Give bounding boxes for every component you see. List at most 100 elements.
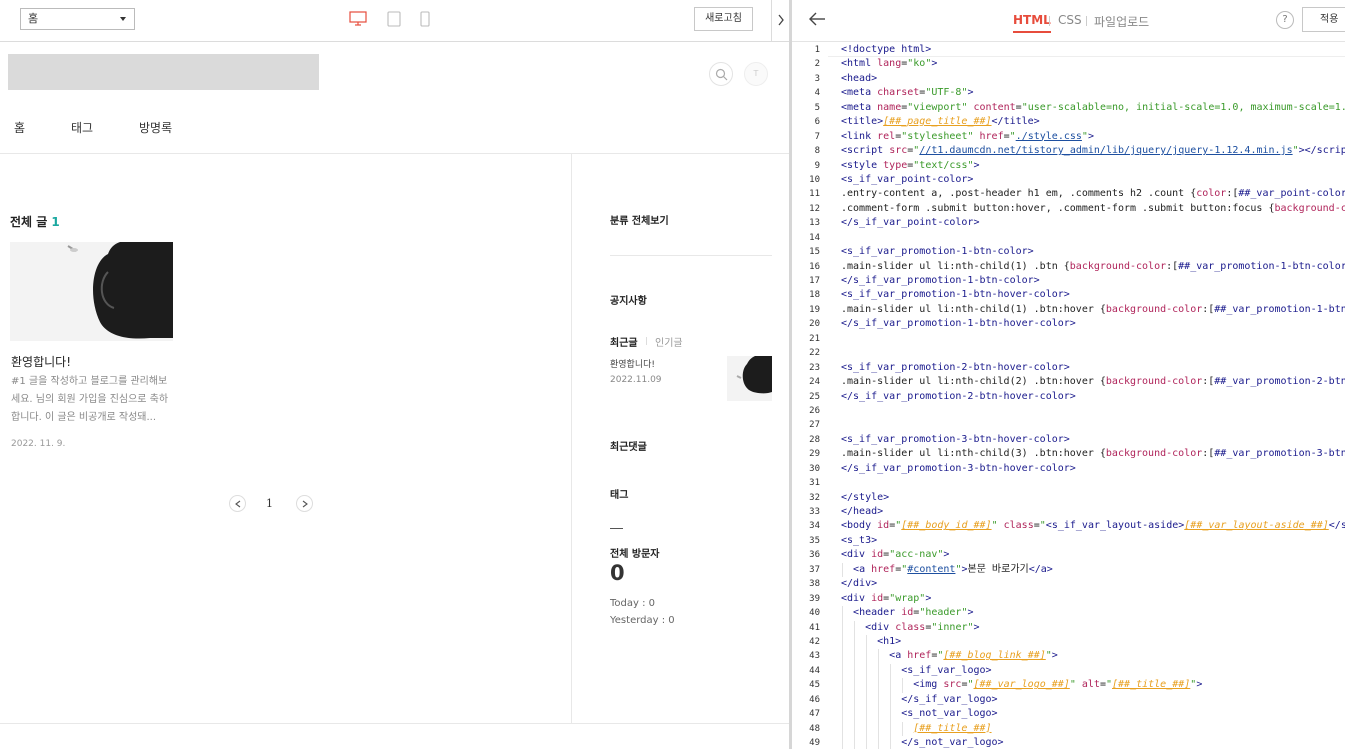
code-line: 3 <head> [814,72,878,84]
code-line: 19 .main-slider ul li:nth-child(1) .btn:h… [809,303,1345,315]
divider [646,337,647,345]
recent-post-thumbnail[interactable] [727,356,772,401]
code-line: 12 .comment-form .submit button:hover, .c… [809,202,1345,214]
code-line: 39 <div id="wrap"> [809,592,932,604]
code-line: 40 <header id="header"> [792,606,1345,621]
divider [1049,16,1050,26]
code-line: 20 </s_if_var_promotion-1-btn-hover-color… [809,318,1076,330]
code-line: 41 <div class="inner"> [792,620,1345,635]
code-line: 36 <div id="acc-nav"> [809,549,950,561]
divider [610,255,772,256]
preview-toolbar: 홈 새로고침 [0,0,789,42]
code-line: 8 <script src="//t1.daumcdn.net/tistory_a… [814,145,1345,157]
code-line: 10 <s_if_var_point-color> [809,173,974,185]
code-line: 21 [809,333,820,344]
code-line: 29 .main-slider ul li:nth-child(3) .btn:h… [809,448,1345,460]
recent-post-date: 2022.11.09 [610,375,662,385]
code-line: 49 </s_not_var_logo> [792,736,1345,749]
editor-toolbar: HTML CSS 파일업로드 ? 적용 [792,0,1345,42]
tab-html[interactable]: HTML [1013,13,1051,33]
skin-editor-window: 홈 새로고침 T 홈 태그 방명록 전체 글 1 환영합니다! #1 글을 작성… [0,0,1345,749]
code-line: 24 .main-slider ul li:nth-child(2) .btn:h… [809,376,1345,388]
desktop-view-icon[interactable] [349,11,367,30]
code-line: 37 <a href="#content">본문 바로가기</a> [792,562,1345,578]
sidebar-notice-heading: 공지사항 [610,296,647,307]
divider [1086,16,1087,26]
profile-avatar[interactable]: T [744,62,768,86]
all-posts-heading: 전체 글1 [10,213,60,230]
code-line: 16 .main-slider ul li:nth-child(1) .btn {… [809,260,1345,272]
code-line: 44 <s_if_var_logo> [792,663,1345,679]
apply-button[interactable]: 적용 [1302,7,1345,32]
divider [0,153,789,154]
code-line: 43 <a href="[##_blog_link_##]"> [792,649,1345,664]
code-line: 32 </style> [809,491,890,503]
code-line: 30 </s_if_var_promotion-3-btn-hover-color… [809,462,1076,474]
html-code-area[interactable]: 1 <!doctype html> 2 <html lang="ko"> 3 <hea… [792,43,1345,749]
code-line: 7 <link rel="stylesheet" href="./style.cs… [814,130,1094,142]
code-line: 23 <s_if_var_promotion-2-btn-hover-color> [809,361,1070,373]
tablet-view-icon[interactable] [387,11,401,31]
next-page-button[interactable] [296,495,313,512]
blog-logo-placeholder[interactable] [8,54,319,90]
code-line: 11 .entry-content a, .post-header h1 em, … [809,188,1345,200]
visitors-total: 0 [610,561,625,585]
chevron-right-icon [302,500,308,508]
code-line: 45 <img src="[##_var_logo_##]" alt="[##_… [792,678,1345,693]
code-line: 27 [809,420,820,431]
code-line: 5 <meta name="viewport" content="user-sca… [814,101,1345,113]
code-editor-pane: HTML CSS 파일업로드 ? 적용 1 <!doctype html> 2 <h… [792,0,1345,749]
search-button[interactable] [709,62,733,86]
chevron-right-icon [778,14,784,26]
post-title[interactable]: 환영합니다! [11,353,71,370]
sidebar-tags-heading: 태그 [610,490,629,501]
code-line: 46 </s_if_var_logo> [792,692,1345,708]
post-date: 2022. 11. 9. [11,439,66,449]
tab-popular-posts[interactable]: 인기글 [655,334,683,349]
post-excerpt: #1 글을 작성하고 블로그를 관리해보세요. 님의 회원 가입을 진심으로 축… [11,376,169,423]
tab-file-upload[interactable]: 파일업로드 [1094,13,1149,30]
code-line: 1 <!doctype html> [814,44,932,55]
page-select[interactable]: 홈 [20,8,135,30]
preview-pane: 홈 새로고침 T 홈 태그 방명록 전체 글 1 환영합니다! #1 글을 작성… [0,0,789,749]
code-line: 38 </div> [809,578,878,590]
code-line: 48 [##_title_##] [792,721,1345,736]
sidebar-recent-comments-heading: 최근댓글 [610,442,647,453]
nav-tag[interactable]: 태그 [71,119,93,136]
visitors-today: Today : 0 [610,598,656,609]
prev-page-button[interactable] [229,495,246,512]
code-line: 18 <s_if_var_promotion-1-btn-hover-color> [809,289,1070,301]
code-line: 4 <meta charset="UTF-8"> [814,87,974,99]
recent-post-title[interactable]: 환영합니다! [610,357,655,370]
divider [0,723,789,724]
post-thumbnail[interactable] [10,242,173,341]
arrow-left-icon [809,12,825,26]
code-line: 34 <body id="[##_body_id_##]" class="<s_i… [809,520,1345,532]
code-line: 15 <s_if_var_promotion-1-btn-color> [809,246,1034,258]
all-posts-count: 1 [51,215,60,229]
search-icon [715,68,728,81]
code-line: 14 [809,232,820,243]
tab-recent-posts[interactable]: 최근글 [610,334,638,349]
code-line: 13 </s_if_var_point-color> [809,217,980,229]
page-number[interactable]: 1 [266,497,273,510]
divider [571,154,572,723]
chevron-down-icon [120,17,126,21]
nav-home[interactable]: 홈 [14,119,25,136]
chevron-left-icon [235,500,241,508]
nav-guestbook[interactable]: 방명록 [139,119,172,136]
mobile-view-icon[interactable] [420,11,430,31]
sidebar-category-link[interactable]: 분류 전체보기 [610,212,669,227]
code-line: 35 <s_t3> [809,534,878,546]
back-button[interactable] [808,11,826,30]
code-line: 42 <h1> [792,634,1345,650]
refresh-button[interactable]: 새로고침 [694,7,753,31]
code-line: 31 [809,478,820,489]
code-line: 22 [809,348,820,359]
tab-css[interactable]: CSS [1058,13,1082,27]
help-button[interactable]: ? [1276,11,1294,29]
visitors-yesterday: Yesterday : 0 [610,615,675,626]
code-line: 25 </s_if_var_promotion-2-btn-hover-color… [809,390,1076,402]
divider [610,528,623,529]
collapse-preview-button[interactable] [771,0,789,42]
